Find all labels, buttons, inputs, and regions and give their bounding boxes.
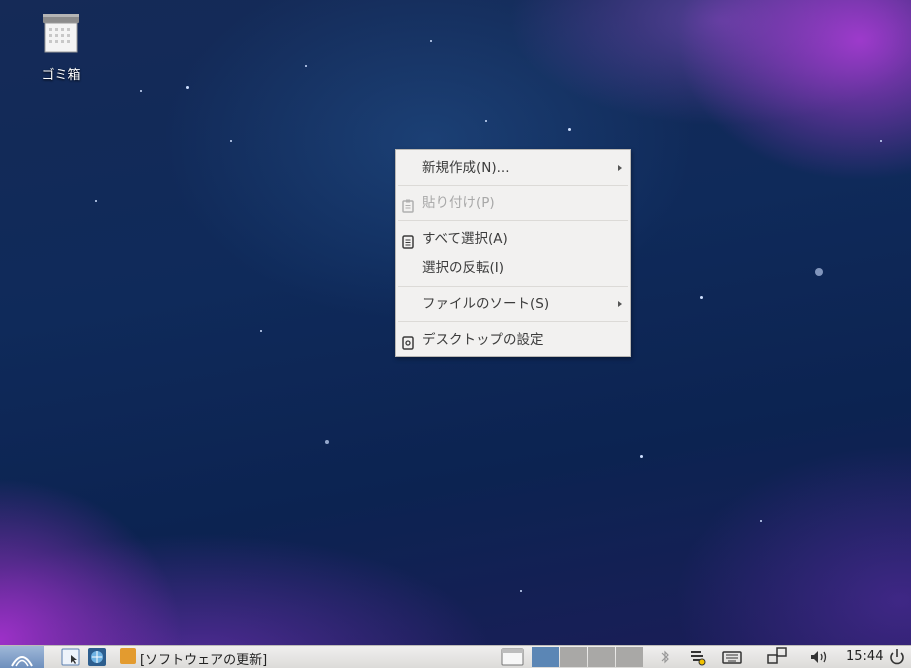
trash-icon: [41, 12, 81, 54]
star: [640, 455, 643, 458]
workspace-4[interactable]: [616, 647, 643, 667]
menu-item-new[interactable]: 新規作成(N)...: [396, 155, 630, 181]
menu-item-label: すべて選択(A): [422, 231, 508, 247]
file-manager-icon: [60, 648, 82, 672]
display-icon[interactable]: [766, 646, 788, 668]
file-manager-launcher[interactable]: [60, 646, 82, 668]
browser-launcher[interactable]: [86, 646, 108, 668]
star: [700, 296, 703, 299]
star: [485, 120, 487, 122]
select-all-icon: [402, 232, 414, 249]
workspace-2[interactable]: [560, 647, 587, 667]
star: [520, 590, 522, 592]
menu-item-label: 貼り付け(P): [422, 195, 495, 211]
menu-item-label: 選択の反転(I): [422, 260, 505, 276]
menu-item-desktop-settings[interactable]: デスクトップの設定: [396, 327, 630, 353]
menu-item-label: デスクトップの設定: [422, 332, 544, 348]
menu-item-label: ファイルのソート(S): [422, 296, 550, 312]
menu-item-select-all[interactable]: すべて選択(A): [396, 226, 630, 252]
menu-item-paste[interactable]: 貼り付け(P): [396, 190, 630, 216]
show-desktop-button[interactable]: [501, 646, 525, 668]
power-icon[interactable]: [887, 646, 907, 668]
star: [305, 65, 307, 67]
network-icon[interactable]: [688, 646, 708, 668]
desktop-icon-trash[interactable]: ゴミ箱: [30, 12, 92, 83]
submenu-arrow-icon: [618, 165, 622, 171]
star: [325, 440, 329, 444]
submenu-arrow-icon: [618, 301, 622, 307]
desktop-context-menu: 新規作成(N)... 貼り付け(P) すべて選択(A) 選択の反転(I) ファイ…: [395, 149, 631, 357]
menu-separator: [398, 220, 628, 221]
star: [568, 128, 571, 131]
desktop-settings-icon: [402, 333, 414, 350]
menu-separator: [398, 185, 628, 186]
menu-item-sort-files[interactable]: ファイルのソート(S): [396, 291, 630, 317]
desktop-background[interactable]: ゴミ箱 新規作成(N)... 貼り付け(P) すべて選択(A) 選択の反転(I)…: [0, 0, 911, 645]
star: [815, 268, 823, 276]
taskbar-window-button[interactable]: [ソフトウェアの更新]: [116, 646, 286, 668]
star: [430, 40, 432, 42]
clock[interactable]: 15:44: [846, 649, 883, 664]
workspace-3[interactable]: [588, 647, 615, 667]
star: [140, 90, 142, 92]
bluetooth-icon[interactable]: [657, 646, 673, 668]
browser-icon: [86, 648, 108, 672]
menu-item-invert-selection[interactable]: 選択の反転(I): [396, 255, 630, 281]
taskbar-window-label: [ソフトウェアの更新]: [140, 653, 268, 668]
software-update-icon: [120, 648, 136, 664]
workspace-1[interactable]: [532, 647, 559, 667]
star: [230, 140, 232, 142]
menu-item-label: 新規作成(N)...: [422, 160, 510, 176]
menu-separator: [398, 321, 628, 322]
desktop-icon-label: ゴミ箱: [41, 68, 81, 83]
star: [186, 86, 189, 89]
star: [95, 200, 97, 202]
star: [260, 330, 262, 332]
start-menu-button[interactable]: [0, 646, 44, 668]
keyboard-icon[interactable]: [722, 646, 742, 668]
star: [760, 520, 762, 522]
clipboard-icon: [402, 196, 414, 213]
menu-separator: [398, 286, 628, 287]
star: [880, 140, 882, 142]
taskbar: [ソフトウェアの更新] 15:44: [0, 645, 911, 668]
volume-icon[interactable]: [808, 646, 830, 668]
